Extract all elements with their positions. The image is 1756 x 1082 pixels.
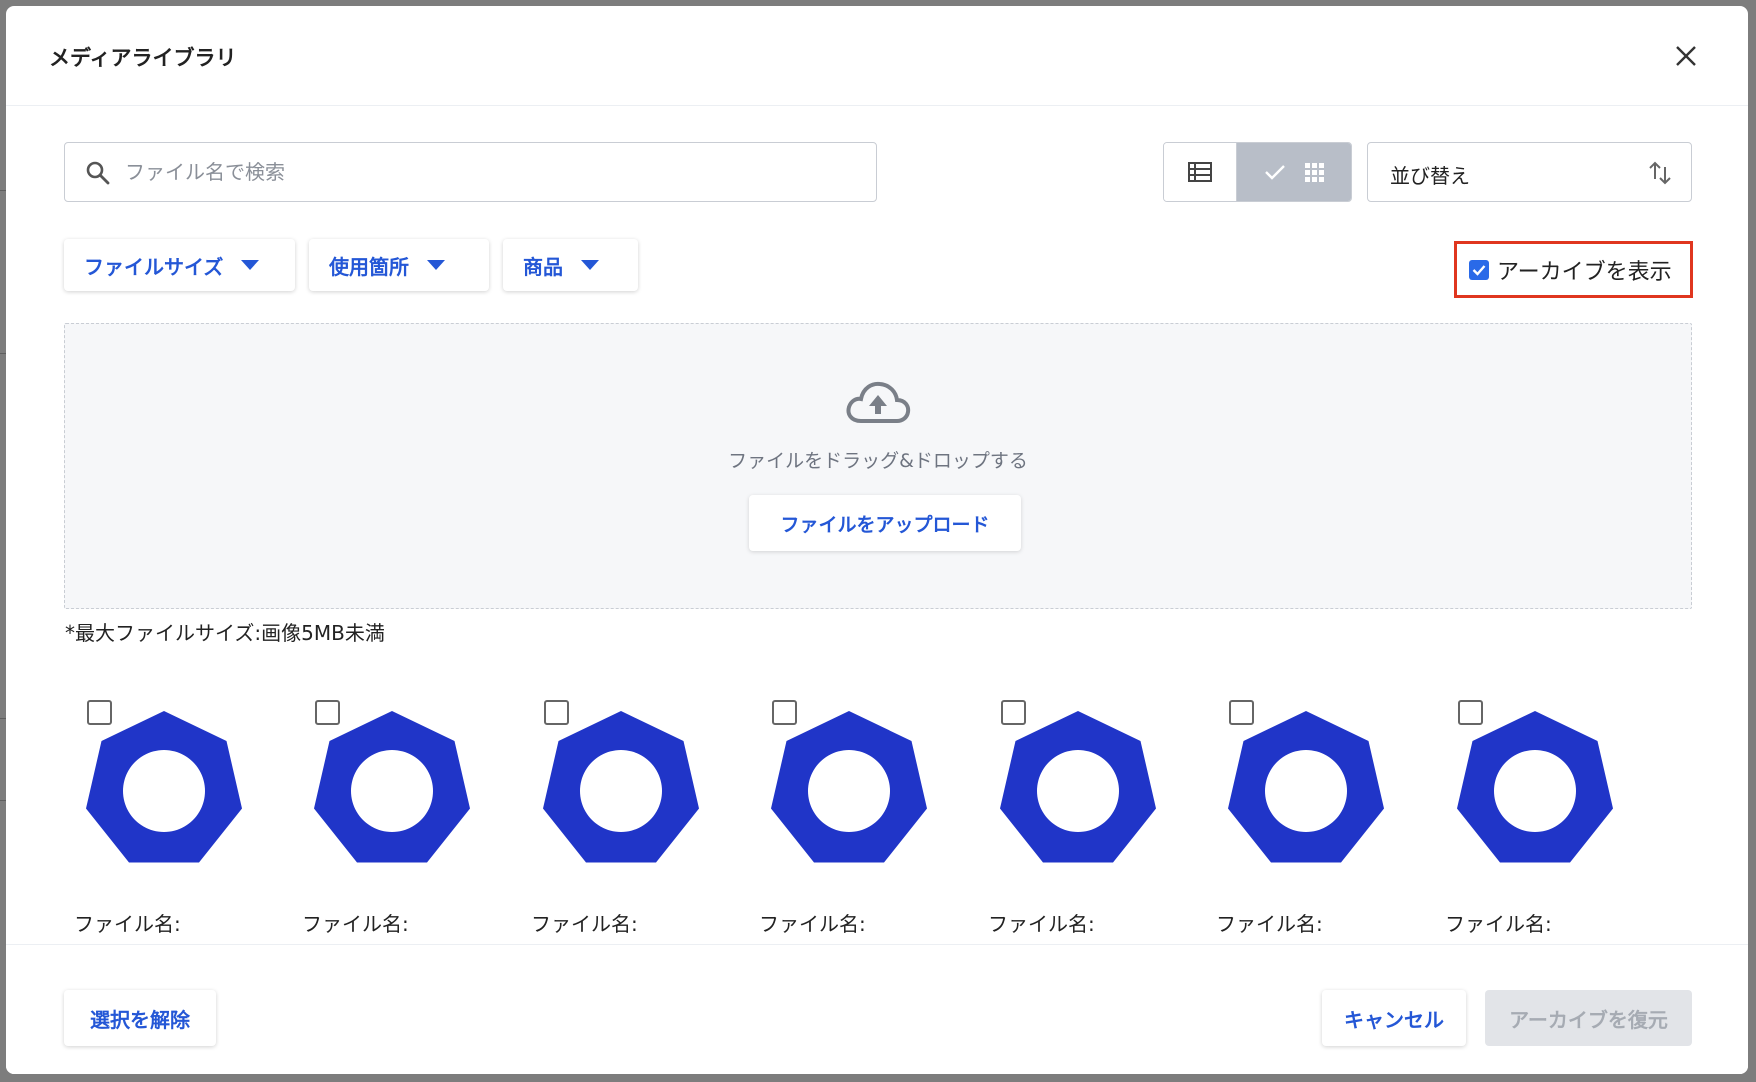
grid-view-button[interactable] bbox=[1237, 143, 1351, 201]
media-item-checkbox[interactable] bbox=[544, 700, 569, 725]
check-icon bbox=[1265, 165, 1285, 180]
cancel-label: キャンセル bbox=[1344, 1007, 1444, 1032]
check-icon bbox=[1472, 264, 1486, 276]
show-archive-label: アーカイブを表示 bbox=[1497, 259, 1672, 285]
filter-file-size[interactable]: ファイルサイズ bbox=[64, 239, 295, 291]
caret-down-icon bbox=[581, 260, 599, 270]
filter-label: 商品 bbox=[523, 254, 563, 279]
media-item[interactable]: ファイル名: bbox=[739, 700, 927, 940]
cancel-button[interactable]: キャンセル bbox=[1322, 990, 1466, 1046]
sort-label: 並び替え bbox=[1390, 164, 1470, 188]
media-item[interactable]: ファイル名: bbox=[968, 700, 1156, 940]
restore-archive-button[interactable]: アーカイブを復元 bbox=[1485, 990, 1692, 1046]
modal-header: メディアライブラリ bbox=[6, 6, 1748, 106]
dropzone-text: ファイルをドラッグ&ドロップする bbox=[728, 450, 1028, 472]
media-item[interactable]: ファイル名: bbox=[1425, 700, 1613, 940]
media-item-checkbox[interactable] bbox=[87, 700, 112, 725]
media-item[interactable]: ファイル名: bbox=[282, 700, 470, 940]
media-item-checkbox[interactable] bbox=[1458, 700, 1483, 725]
show-archive-checkbox[interactable] bbox=[1469, 259, 1489, 280]
upload-file-label: ファイルをアップロード bbox=[780, 513, 990, 536]
heptagon-ring-image bbox=[1457, 711, 1613, 863]
media-library-modal: メディアライブラリ ファイル名で検索 並び替え ファイルサイズ 使用箇所 商品 … bbox=[6, 6, 1748, 1074]
media-item-checkbox[interactable] bbox=[1229, 700, 1254, 725]
sort-arrows-icon bbox=[1649, 161, 1671, 185]
filter-label: ファイルサイズ bbox=[84, 254, 224, 279]
heptagon-ring-image bbox=[1228, 711, 1384, 863]
file-dropzone[interactable]: ファイルをドラッグ&ドロップする ファイルをアップロード bbox=[64, 323, 1692, 609]
filter-label: 使用箇所 bbox=[329, 254, 409, 279]
modal-title: メディアライブラリ bbox=[49, 46, 237, 70]
deselect-button[interactable]: 選択を解除 bbox=[64, 990, 216, 1046]
media-item-checkbox[interactable] bbox=[1001, 700, 1026, 725]
heptagon-ring-image bbox=[543, 711, 699, 863]
filter-usage[interactable]: 使用箇所 bbox=[309, 239, 489, 291]
media-item-name: ファイル名: bbox=[759, 912, 866, 936]
media-item-name: ファイル名: bbox=[74, 912, 181, 936]
media-item-checkbox[interactable] bbox=[315, 700, 340, 725]
deselect-label: 選択を解除 bbox=[90, 1007, 190, 1032]
close-button[interactable] bbox=[1666, 36, 1706, 76]
restore-archive-label: アーカイブを復元 bbox=[1509, 1007, 1668, 1032]
upload-file-button[interactable]: ファイルをアップロード bbox=[749, 495, 1021, 551]
search-icon bbox=[86, 161, 110, 185]
media-item[interactable]: ファイル名: bbox=[54, 700, 242, 940]
media-item[interactable]: ファイル名: bbox=[1196, 700, 1384, 940]
modal-footer: 選択を解除 キャンセル アーカイブを復元 bbox=[6, 944, 1748, 1074]
list-view-icon bbox=[1188, 162, 1212, 182]
list-view-button[interactable] bbox=[1164, 143, 1237, 201]
heptagon-ring-image bbox=[86, 711, 242, 863]
search-input[interactable] bbox=[125, 143, 865, 201]
media-item[interactable]: ファイル名: bbox=[511, 700, 699, 940]
media-item-name: ファイル名: bbox=[531, 912, 638, 936]
heptagon-ring-image bbox=[771, 711, 927, 863]
heptagon-ring-image bbox=[1000, 711, 1156, 863]
media-item-name: ファイル名: bbox=[302, 912, 409, 936]
search-field[interactable] bbox=[64, 142, 877, 202]
caret-down-icon bbox=[427, 260, 445, 270]
heptagon-ring-image bbox=[314, 711, 470, 863]
view-mode-toggle bbox=[1163, 142, 1352, 202]
filter-product[interactable]: 商品 bbox=[503, 239, 638, 291]
media-item-checkbox[interactable] bbox=[772, 700, 797, 725]
show-archive-toggle[interactable]: アーカイブを表示 bbox=[1454, 241, 1693, 298]
close-icon bbox=[1676, 46, 1696, 66]
sort-select[interactable]: 並び替え bbox=[1367, 142, 1692, 202]
media-item-name: ファイル名: bbox=[1445, 912, 1552, 936]
grid-view-icon bbox=[1305, 163, 1324, 182]
cloud-upload-icon bbox=[846, 381, 911, 423]
media-item-name: ファイル名: bbox=[1216, 912, 1323, 936]
caret-down-icon bbox=[241, 260, 260, 270]
media-item-name: ファイル名: bbox=[988, 912, 1095, 936]
max-file-size-note: *最大ファイルサイズ:画像5MB未満 bbox=[65, 621, 385, 645]
